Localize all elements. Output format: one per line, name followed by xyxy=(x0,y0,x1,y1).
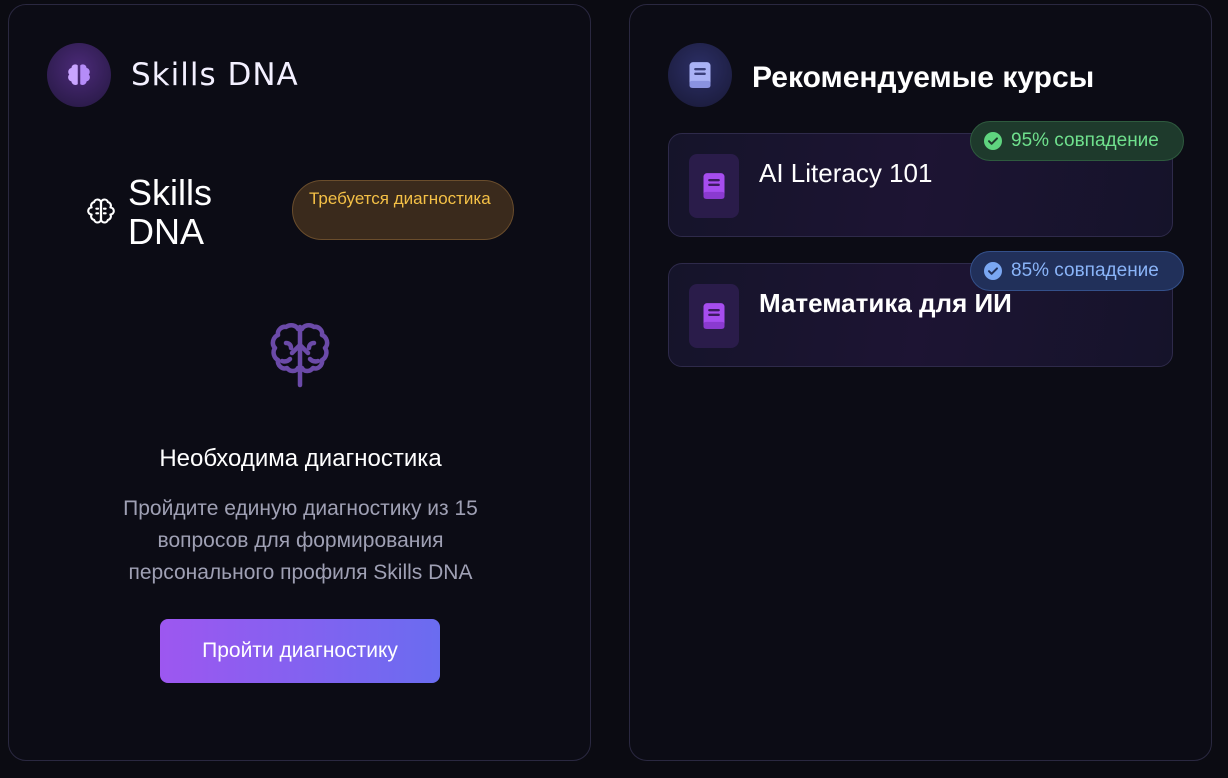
panel-title: Skills DNA xyxy=(131,57,299,93)
check-circle-icon xyxy=(984,132,1002,150)
brain-icon xyxy=(47,43,111,107)
match-badge: 85% совпадение xyxy=(970,251,1184,291)
book-icon xyxy=(689,284,739,348)
book-icon xyxy=(668,43,732,107)
match-text: 85% совпадение xyxy=(1011,260,1159,281)
course-title: Математика для ИИ xyxy=(759,288,1012,318)
status-badge: Требуется диагностика xyxy=(292,180,514,240)
section-title: Skills DNA xyxy=(128,172,213,252)
check-circle-icon xyxy=(984,262,1002,280)
diagnostic-description: Пройдите единую диагностику из 15 вопрос… xyxy=(123,497,478,584)
brain-large-icon xyxy=(270,323,330,388)
diagnostic-heading: Необходима диагностика xyxy=(159,445,442,472)
match-badge: 95% совпадение xyxy=(970,121,1184,161)
book-icon xyxy=(689,154,739,218)
course-title: AI Literacy 101 xyxy=(759,158,933,188)
match-text: 95% совпадение xyxy=(1011,130,1159,151)
start-diagnostic-button[interactable]: Пройти диагностику xyxy=(160,619,440,683)
brain-outline-icon xyxy=(87,198,115,224)
skills-dna-panel: Skills DNA Skills DNA Требуется диагност… xyxy=(8,4,591,761)
recommended-courses-panel: Рекомендуемые курсы AI Literacy 101 95% … xyxy=(629,4,1212,761)
panel-title: Рекомендуемые курсы xyxy=(752,61,1095,94)
